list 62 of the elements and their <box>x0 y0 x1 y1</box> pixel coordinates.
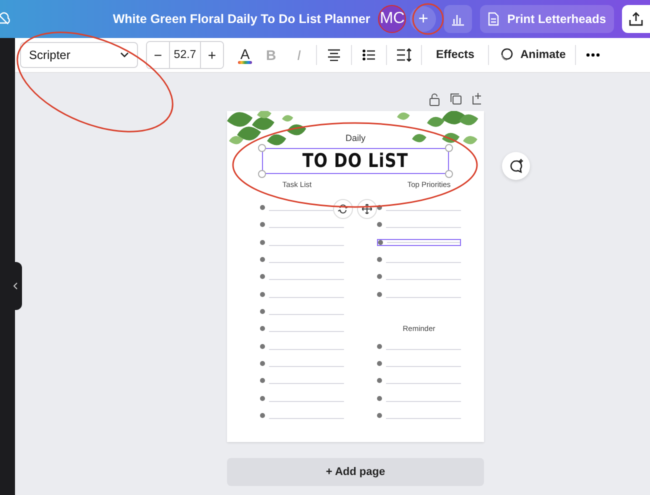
bullet-dot <box>377 205 382 210</box>
comment-icon <box>508 158 524 174</box>
annotation-circle <box>412 3 444 35</box>
bullet-dot <box>260 326 265 332</box>
share-button[interactable] <box>622 5 650 33</box>
bullet-dot <box>260 292 265 297</box>
add-button[interactable]: + <box>410 6 436 32</box>
effects-button[interactable]: Effects <box>428 42 482 68</box>
comment-button[interactable] <box>502 152 530 180</box>
heading-text: TO DO LiST <box>302 150 408 172</box>
bullet-dot <box>260 344 265 349</box>
rotate-button[interactable] <box>333 199 353 219</box>
bullet-dot <box>377 222 382 228</box>
bullet-dot <box>378 240 383 245</box>
bullet-dot <box>260 378 265 384</box>
bullet-dot <box>377 413 382 418</box>
document-icon <box>488 12 500 26</box>
animate-button[interactable]: Animate <box>495 42 569 68</box>
move-icon <box>362 204 372 214</box>
bullet-dot <box>377 344 382 349</box>
chevron-left-icon <box>12 282 18 290</box>
bullet-dot <box>260 205 265 210</box>
text-color-button[interactable]: A <box>236 46 254 64</box>
bullet-dot <box>260 309 265 314</box>
cloud-icon <box>0 12 12 26</box>
bullet-dot <box>377 378 382 384</box>
resize-handle[interactable] <box>258 144 266 152</box>
bullet-dot <box>260 361 265 366</box>
lock-icon[interactable] <box>429 92 440 106</box>
more-icon <box>586 53 600 57</box>
align-center-icon <box>327 49 341 61</box>
user-avatar[interactable]: MC <box>378 5 406 33</box>
upload-icon <box>629 12 643 26</box>
resize-handle[interactable] <box>258 170 266 178</box>
print-button[interactable]: Print Letterheads <box>480 5 614 33</box>
chevron-down-icon <box>120 52 129 58</box>
bullet-dot <box>377 274 382 280</box>
rotate-icon <box>338 204 348 214</box>
add-page-icon[interactable] <box>472 93 484 105</box>
bullet-dot <box>377 361 382 366</box>
add-page-button[interactable]: + Add page <box>227 458 484 486</box>
bullet-dot <box>260 413 265 418</box>
duplicate-icon[interactable] <box>450 93 462 105</box>
font-dropdown[interactable]: Scripter <box>20 42 138 68</box>
bullet-list-icon <box>362 49 376 61</box>
bullet-dot <box>377 257 382 262</box>
bullet-dot <box>260 396 265 401</box>
bullet-dot <box>377 292 382 297</box>
bullet-dot <box>260 240 265 245</box>
bullet-dot <box>260 274 265 280</box>
insights-button[interactable] <box>444 5 472 33</box>
bullet-dot <box>260 257 265 262</box>
bullet-dot <box>377 396 382 401</box>
resize-handle[interactable] <box>445 144 453 152</box>
bullet-dot <box>260 222 265 228</box>
resize-handle[interactable] <box>445 170 453 178</box>
color-bar <box>238 60 252 64</box>
line-spacing-icon <box>396 48 412 62</box>
move-button[interactable] <box>357 199 377 219</box>
document-title: White Green Floral Daily To Do List Planner <box>112 12 370 26</box>
daily-label: Daily <box>345 133 366 143</box>
bar-chart-icon <box>451 12 466 26</box>
